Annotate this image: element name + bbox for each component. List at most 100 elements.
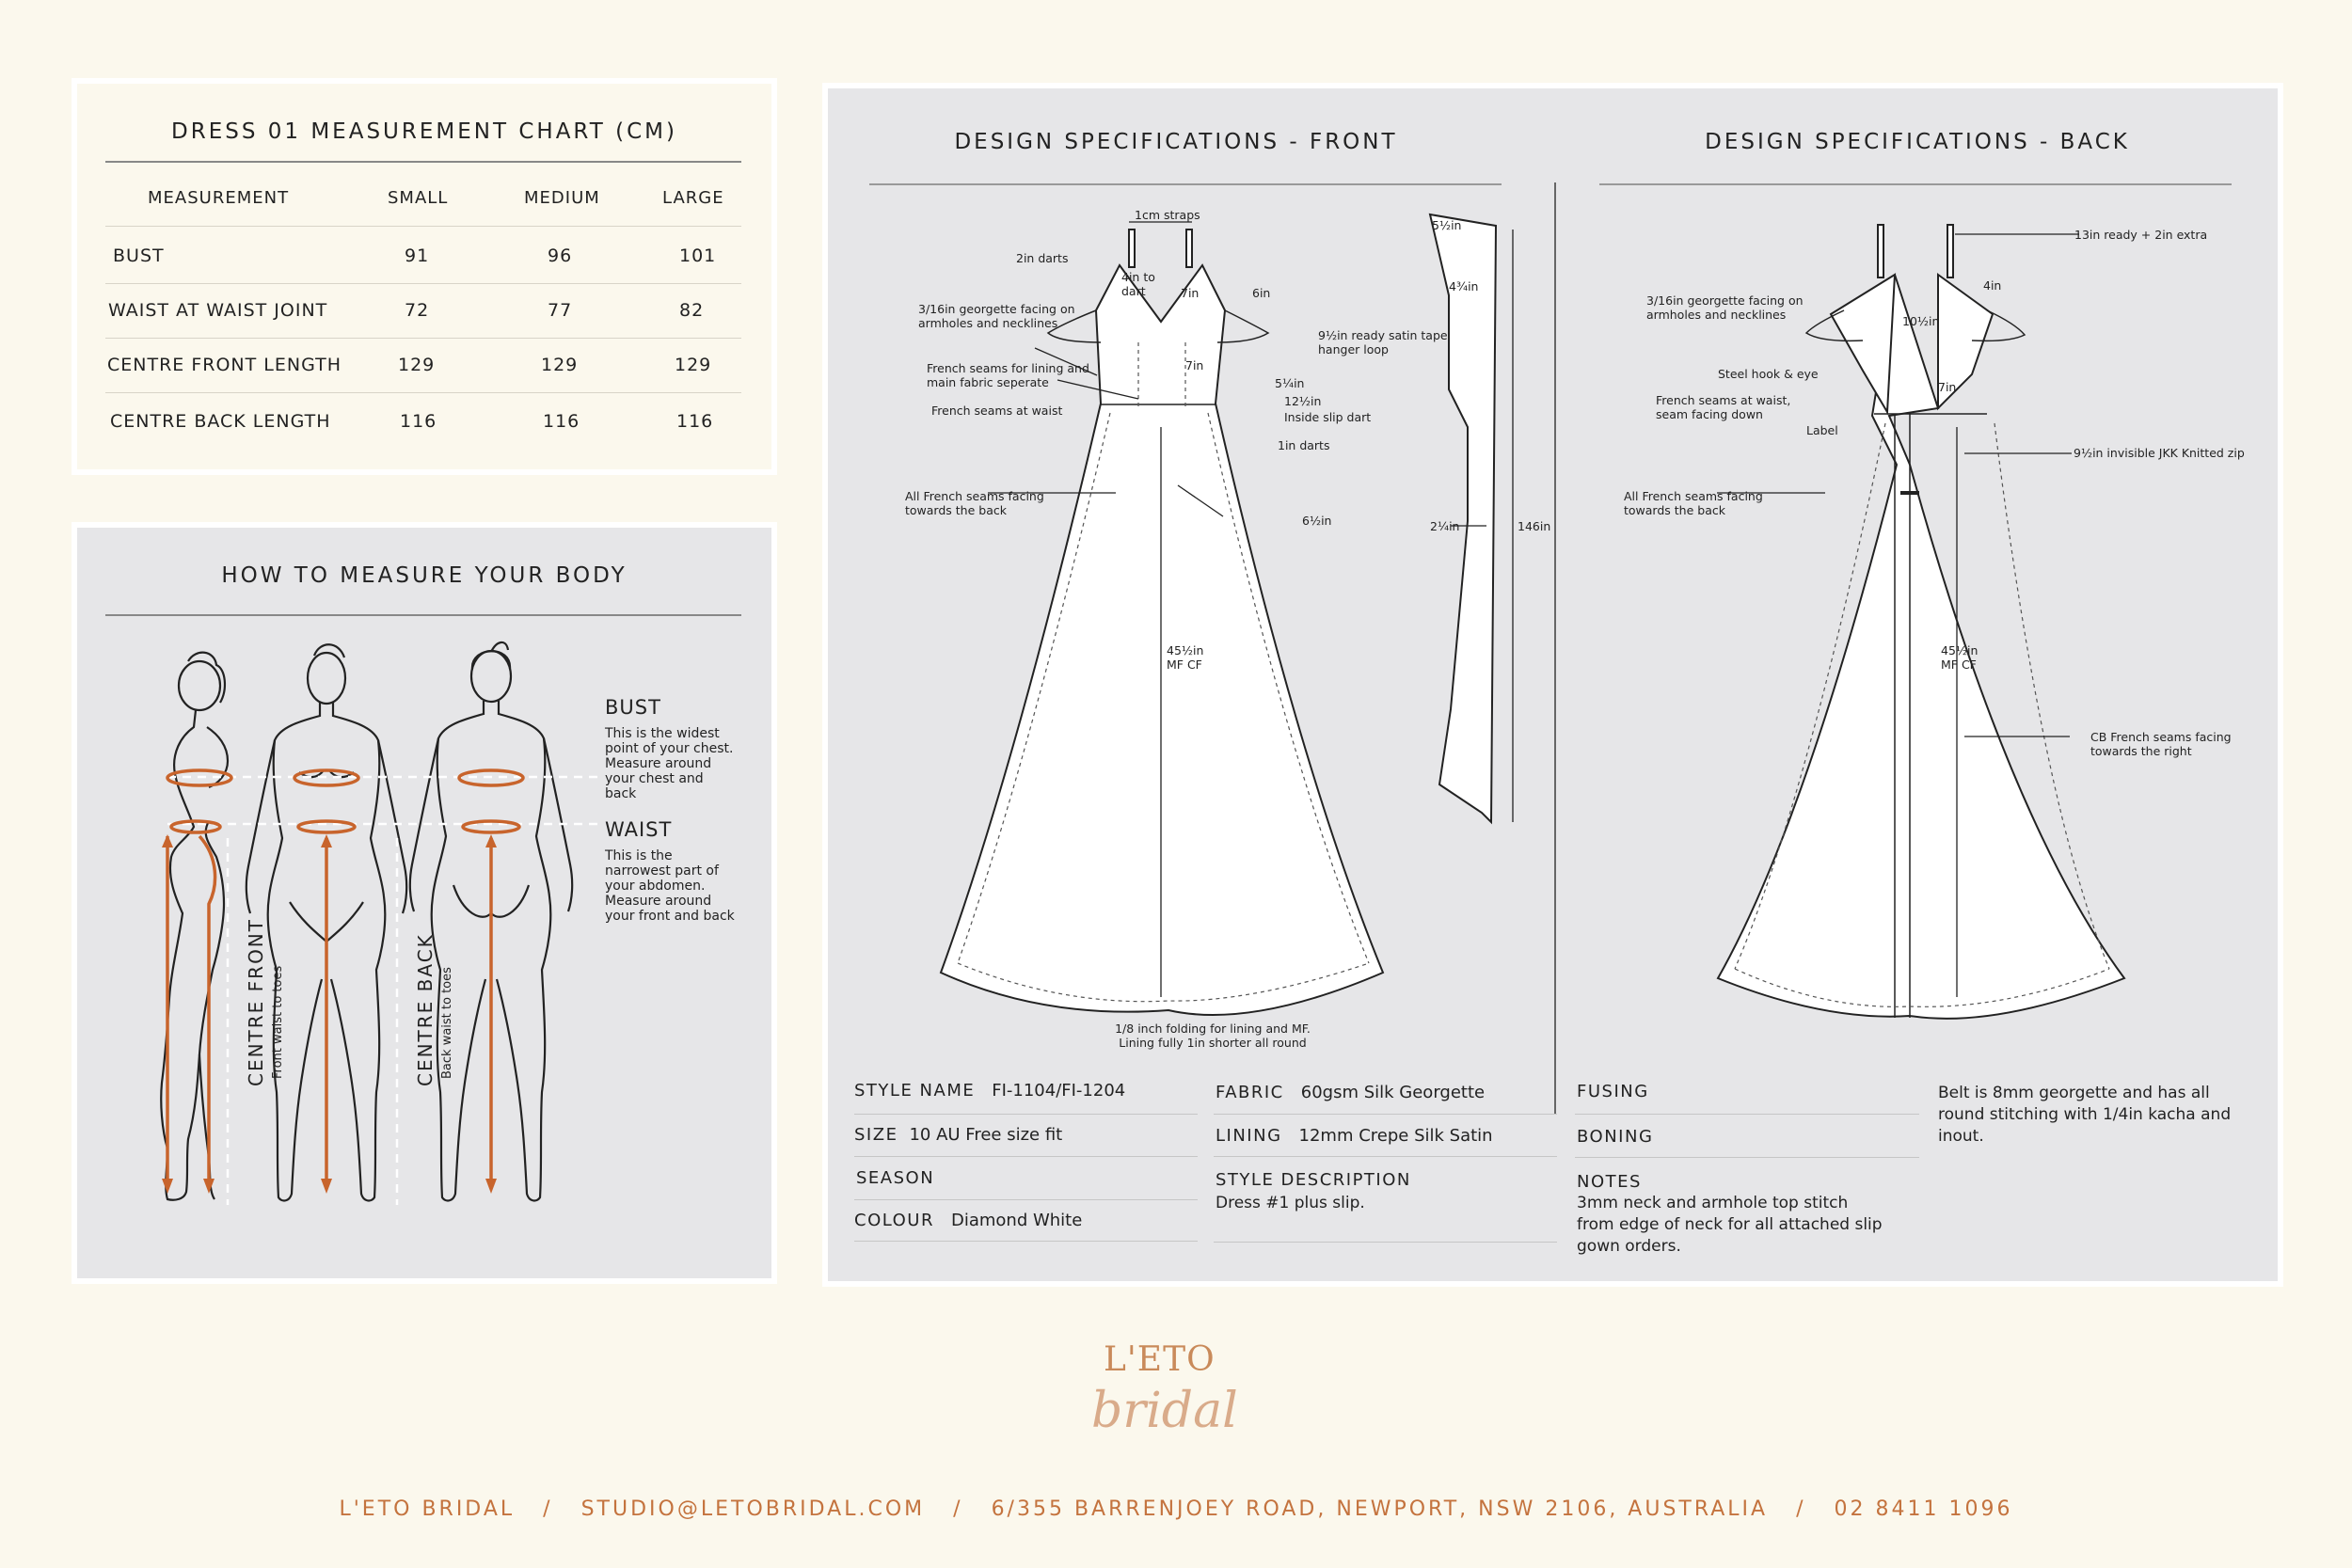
ann-seams-lining: French seams for lining and main fabric … [927, 361, 1089, 389]
table-row: CENTRE FRONT LENGTH 129 129 129 [105, 338, 741, 393]
row-label: BUST [113, 245, 165, 266]
field-rule [854, 1241, 1198, 1242]
field-rule [1575, 1157, 1919, 1158]
season-key: SEASON [856, 1168, 935, 1188]
field-notes: NOTES [1577, 1172, 1659, 1192]
style-name-value: FI-1104/FI-1204 [992, 1081, 1126, 1101]
cell-large: 82 [679, 300, 705, 321]
header-large: LARGE [662, 188, 724, 208]
cell-medium: 129 [541, 355, 579, 375]
bust-description: This is the widest point of your chest. … [605, 726, 734, 801]
ann-zip: 9½in invisible JKK Knitted zip [2074, 446, 2245, 460]
ann-hook-eye: Steel hook & eye [1718, 367, 1819, 381]
ann-slip-dart: Inside slip dart [1284, 410, 1372, 424]
ann-7in-b: 7in [1185, 358, 1204, 372]
measurement-lines [166, 768, 525, 1188]
field-season: SEASON [856, 1168, 951, 1188]
ann-10in: 10½in [1902, 314, 1940, 328]
style-name-key: STYLE NAME [854, 1081, 976, 1101]
row-label: CENTRE BACK LENGTH [110, 411, 331, 432]
centre-back-sublabel: Back waist to toes [440, 967, 454, 1079]
field-rule [854, 1156, 1198, 1157]
ann-back-seams-waist: French seams at waist, seam facing down [1656, 393, 1791, 421]
notes-value: 3mm neck and armhole top stitch from edg… [1577, 1194, 1883, 1256]
footer-phone[interactable]: 02 8411 1096 [1835, 1497, 2013, 1521]
table-row: BUST 91 96 101 [105, 229, 741, 284]
field-rule [1214, 1156, 1557, 1157]
fusing-key: FUSING [1577, 1082, 1649, 1101]
ann-all-french: All French seams facing towards the back [905, 489, 1044, 517]
ann-facing: 3/16in georgette facing on armholes and … [918, 302, 1075, 330]
brand-logo-script: bridal [1091, 1383, 1238, 1439]
cell-medium: 96 [548, 245, 573, 266]
lining-key: LINING [1216, 1126, 1282, 1146]
field-rule [854, 1114, 1198, 1115]
field-boning: BONING [1577, 1127, 1670, 1147]
measurement-chart-title: DRESS 01 MEASUREMENT CHART (CM) [171, 119, 677, 144]
boning-key: BONING [1577, 1127, 1654, 1147]
ann-hanger-loop: 9½in ready satin tape hanger loop [1318, 328, 1448, 356]
ann-back-7in: 7in [1938, 380, 1957, 394]
style-description-key: STYLE DESCRIPTION [1216, 1170, 1411, 1190]
waist-description: This is the narrowest part of your abdom… [605, 848, 735, 924]
design-specifications-panel: DESIGN SPECIFICATIONS - FRONT DESIGN SPE… [822, 83, 2283, 1287]
cell-large: 129 [675, 355, 712, 375]
cell-large: 116 [676, 411, 714, 432]
size-value: 10 AU Free size fit [909, 1125, 1063, 1145]
ann-2in-darts: 2in darts [1016, 251, 1069, 265]
table-row: WAIST AT WAIST JOINT 72 77 82 [105, 283, 741, 339]
ann-strap-length: 146in [1518, 519, 1551, 533]
field-lining: LINING 12mm Crepe Silk Satin [1216, 1126, 1493, 1146]
cell-small: 72 [405, 300, 430, 321]
field-style-name: STYLE NAME FI-1104/FI-1204 [854, 1081, 1125, 1101]
field-rule [1214, 1242, 1557, 1243]
table-row: CENTRE BACK LENGTH 116 116 116 [105, 394, 741, 449]
row-label: CENTRE FRONT LENGTH [107, 355, 342, 375]
ann-6half: 6½in [1302, 514, 1332, 528]
ann-mf-cf-back: 45½in MF CF [1941, 643, 1979, 672]
ann-1in-darts: 1in darts [1278, 438, 1330, 452]
cell-small: 129 [398, 355, 436, 375]
cell-small: 91 [405, 245, 430, 266]
colour-key: COLOUR [854, 1211, 934, 1230]
field-rule [1575, 1114, 1919, 1115]
ann-straps: 1cm straps [1135, 208, 1200, 222]
field-size: SIZE 10 AU Free size fit [854, 1125, 1062, 1145]
bust-label: BUST [605, 696, 661, 719]
ann-mf-cf-front: 45½in MF CF [1167, 643, 1204, 672]
ann-back-facing: 3/16in georgette facing on armholes and … [1646, 293, 1804, 322]
measurement-chart-panel: DRESS 01 MEASUREMENT CHART (CM) MEASUREM… [72, 78, 777, 475]
field-style-description: STYLE DESCRIPTION [1216, 1170, 1428, 1190]
ann-back-all-french: All French seams facing towards the back [1624, 489, 1763, 517]
ann-12in: 12½in [1284, 394, 1322, 408]
field-colour: COLOUR Diamond White [854, 1211, 1082, 1230]
size-key: SIZE [854, 1125, 898, 1145]
ann-5in: 5¼in [1275, 376, 1305, 390]
back-dress-outline [1716, 274, 2126, 1020]
colour-value: Diamond White [950, 1211, 1083, 1230]
waist-label: WAIST [605, 818, 673, 841]
footer-brand: L'ETO BRIDAL [339, 1497, 516, 1521]
cell-medium: 77 [548, 300, 573, 321]
table-header: MEASUREMENT SMALL MEDIUM LARGE [105, 171, 741, 227]
brand-logo-wordmark: L'ETO [1104, 1340, 1216, 1379]
notes-key: NOTES [1577, 1172, 1642, 1192]
belt-note: Belt is 8mm georgette and has all round … [1938, 1084, 2232, 1146]
header-measurement: MEASUREMENT [148, 188, 290, 208]
lining-value: 12mm Crepe Silk Satin [1298, 1126, 1493, 1146]
ann-folding: 1/8 inch folding for lining and MF. Lini… [1115, 1022, 1311, 1050]
centre-front-sublabel: Front waist to toes [271, 965, 285, 1079]
centre-back-label: CENTRE BACK [414, 933, 437, 1086]
field-fabric: FABRIC 60gsm Silk Georgette [1216, 1083, 1485, 1102]
ann-label: Label [1806, 423, 1838, 437]
field-fusing: FUSING [1577, 1082, 1666, 1101]
ann-6in: 6in [1252, 286, 1271, 300]
style-description-value: Dress #1 plus slip. [1216, 1194, 1365, 1212]
footer-email-link[interactable]: STUDIO@LETOBRIDAL.COM [581, 1497, 926, 1521]
how-to-measure-panel: HOW TO MEASURE YOUR BODY BUST This is th… [72, 522, 777, 1284]
fabric-key: FABRIC [1216, 1083, 1284, 1102]
title-rule [105, 161, 741, 163]
ann-strap-mid: 2¼in [1430, 519, 1460, 533]
fabric-value: 60gsm Silk Georgette [1300, 1083, 1486, 1102]
ann-seams-waist: French seams at waist [931, 404, 1063, 418]
